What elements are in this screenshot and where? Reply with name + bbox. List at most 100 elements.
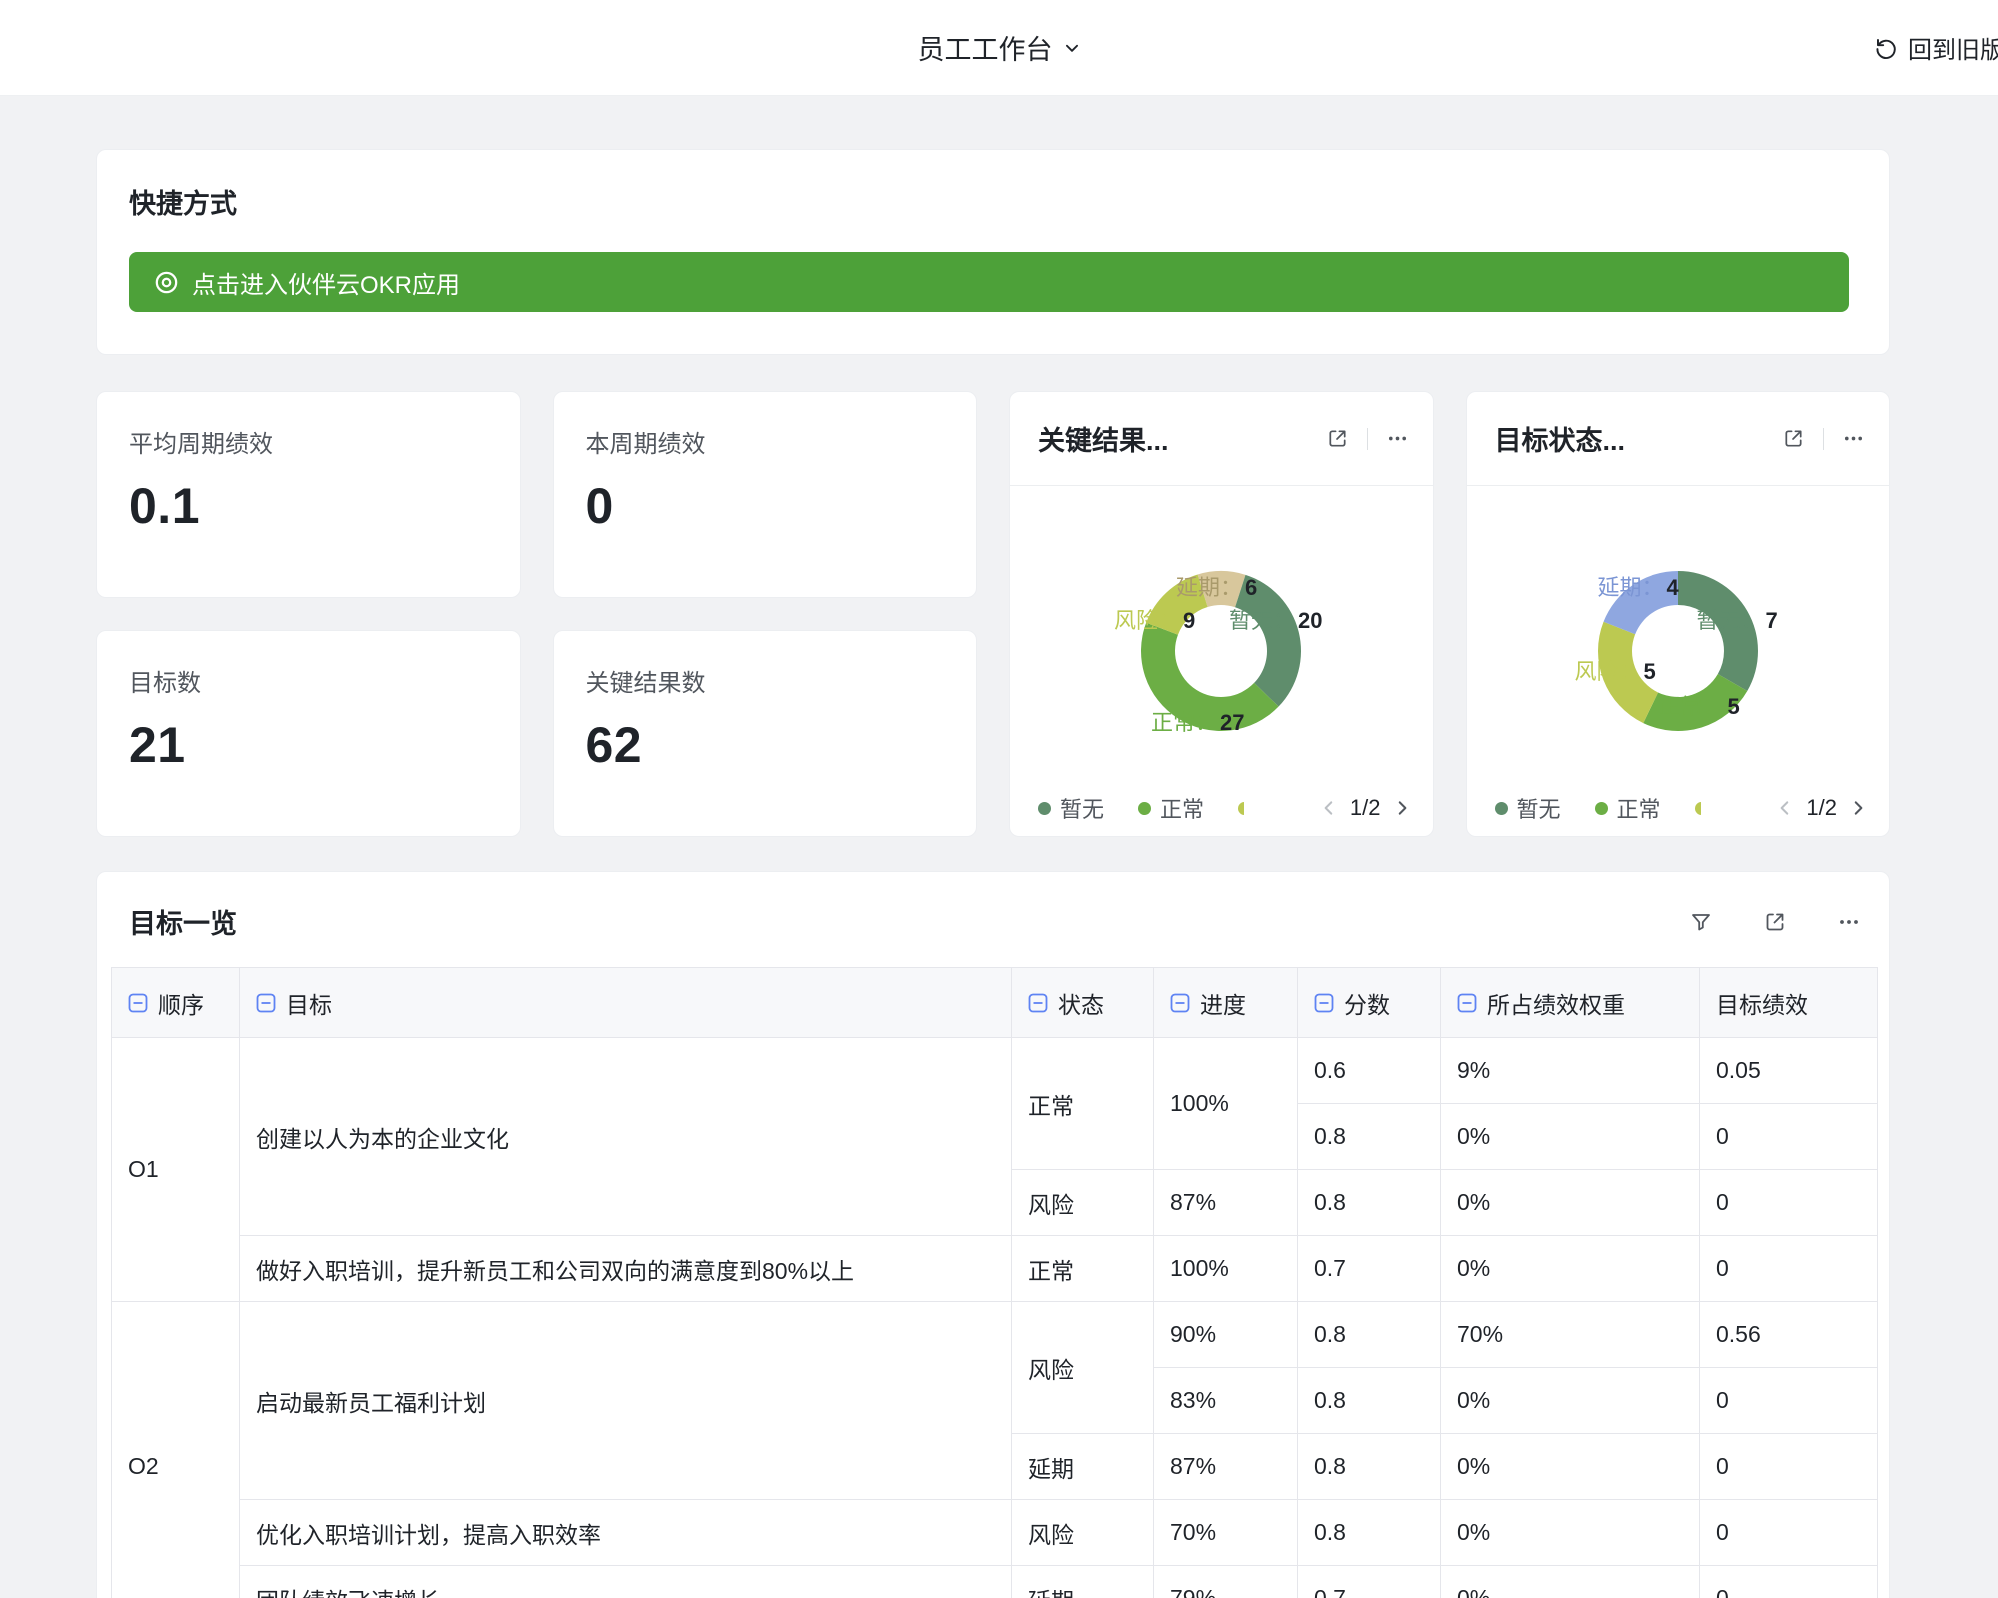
collapse-icon[interactable] (1170, 993, 1190, 1013)
column-header-label: 所占绩效权重 (1487, 986, 1625, 1020)
table-cell: 0 (1700, 1368, 1878, 1434)
page-indicator: 1/2 (1806, 795, 1837, 821)
legend-dot (1495, 802, 1508, 815)
table-cell: 风险 (1012, 1500, 1154, 1566)
okr-app-button[interactable]: 点击进入伙伴云OKR应用 (129, 252, 1849, 312)
dashboard-content: 快捷方式 点击进入伙伴云OKR应用 平均周期绩效 0.1 本周期绩效 0 目标数… (0, 96, 1998, 1598)
key-results-status-card: 关键结果... 暂无：20正常：27风险：9延期：6 暂无正常风险延期 (1009, 391, 1434, 837)
table-cell: 70% (1154, 1500, 1298, 1566)
legend-item-正常[interactable]: 正常 (1595, 792, 1661, 824)
workspace-switcher[interactable]: 员工工作台 (918, 28, 1081, 67)
collapse-icon[interactable] (1314, 993, 1334, 1013)
objectives-actions (1689, 910, 1861, 934)
table-cell: 87% (1154, 1170, 1298, 1236)
legend-item-风险[interactable]: 风险 (1238, 792, 1244, 824)
donut-chart-area: 暂无：20正常：27风险：9延期：6 (1010, 486, 1433, 780)
legend-dot (1238, 802, 1244, 815)
table-cell: 延期 (1012, 1434, 1154, 1500)
column-header: 进度 (1154, 968, 1298, 1038)
table-cell: 0.8 (1298, 1500, 1441, 1566)
objectives-card-header: 目标一览 (111, 872, 1875, 967)
table-cell: O2 (112, 1302, 240, 1598)
table-cell: 0 (1700, 1236, 1878, 1302)
prev-page-icon[interactable] (1776, 799, 1794, 817)
stat-label: 平均周期绩效 (129, 424, 488, 459)
stat-value: 0 (586, 477, 945, 535)
legend-dot (1595, 802, 1608, 815)
stats-grid: 平均周期绩效 0.1 本周期绩效 0 目标数 21 关键结果数 62 关键结果.… (96, 391, 1890, 837)
slice-label-暂无: 暂无：20 (1229, 603, 1323, 635)
table-cell: 0 (1700, 1434, 1878, 1500)
shortcuts-title: 快捷方式 (129, 186, 1849, 222)
stat-value: 0.1 (129, 477, 488, 535)
table-cell: 正常 (1012, 1038, 1154, 1170)
table-cell: 0.8 (1298, 1368, 1441, 1434)
legend-label: 暂无 (1517, 792, 1561, 824)
next-page-icon[interactable] (1849, 799, 1867, 817)
table-cell: 0% (1441, 1566, 1700, 1598)
chart-legend: 暂无正常风险延期 (1495, 792, 1701, 824)
table-cell: 风险 (1012, 1302, 1154, 1434)
table-cell: 启动最新员工福利计划 (240, 1302, 1012, 1500)
prev-page-icon[interactable] (1320, 799, 1338, 817)
table-cell: 0% (1441, 1104, 1700, 1170)
legend-item-暂无[interactable]: 暂无 (1495, 792, 1561, 824)
chart-pagination: 1/2 (1776, 795, 1867, 821)
chart-legend: 暂无正常风险延期 (1038, 792, 1244, 824)
legend-item-暂无[interactable]: 暂无 (1038, 792, 1104, 824)
table-cell: 0 (1700, 1104, 1878, 1170)
more-options-icon[interactable] (1386, 427, 1409, 450)
table-cell: 创建以人为本的企业文化 (240, 1038, 1012, 1236)
target-icon (153, 269, 180, 296)
table-cell: O1 (112, 1038, 240, 1302)
objectives-title: 目标一览 (129, 902, 237, 941)
legend-label: 暂无 (1060, 792, 1104, 824)
table-cell: 0% (1441, 1500, 1700, 1566)
slice-label-正常: 正常：27 (1151, 705, 1245, 737)
filter-icon[interactable] (1689, 910, 1713, 934)
topbar: 员工工作台 回到旧版 (0, 0, 1998, 96)
more-options-icon[interactable] (1842, 427, 1865, 450)
collapse-icon[interactable] (1028, 993, 1048, 1013)
donut-chart-area: 暂无：7正常：5风险：5延期：4 (1467, 486, 1890, 780)
external-link-icon[interactable] (1782, 427, 1805, 450)
column-header: 目标绩效 (1700, 968, 1878, 1038)
more-options-icon[interactable] (1837, 910, 1861, 934)
chevron-down-icon (1063, 39, 1081, 57)
collapse-icon[interactable] (128, 993, 148, 1013)
page-title: 员工工作台 (918, 28, 1053, 67)
back-to-old-version-link[interactable]: 回到旧版 (1873, 0, 1998, 95)
stat-card-avg-cycle-performance: 平均周期绩效 0.1 (96, 391, 521, 598)
table-cell: 0.6 (1298, 1038, 1441, 1104)
table-cell: 正常 (1012, 1236, 1154, 1302)
column-header: 状态 (1012, 968, 1154, 1038)
collapse-icon[interactable] (1457, 993, 1477, 1013)
shortcuts-card: 快捷方式 点击进入伙伴云OKR应用 (96, 149, 1890, 355)
donut-chart[interactable] (1558, 531, 1798, 771)
table-cell: 0% (1441, 1170, 1700, 1236)
table-cell: 79% (1154, 1566, 1298, 1598)
stat-label: 本周期绩效 (586, 424, 945, 459)
chart-title: 目标状态... (1495, 419, 1626, 458)
page-indicator: 1/2 (1350, 795, 1381, 821)
divider (1823, 428, 1824, 450)
table-cell: 0.7 (1298, 1236, 1441, 1302)
slice-label-暂无: 暂无：7 (1697, 603, 1778, 635)
external-link-icon[interactable] (1763, 910, 1787, 934)
table-cell: 风险 (1012, 1170, 1154, 1236)
external-link-icon[interactable] (1326, 427, 1349, 450)
slice-label-正常: 正常：5 (1659, 689, 1740, 721)
legend-item-风险[interactable]: 风险 (1695, 792, 1701, 824)
table-row: O1创建以人为本的企业文化正常100%0.69%0.05 (112, 1038, 1878, 1104)
legend-item-正常[interactable]: 正常 (1138, 792, 1204, 824)
table-cell: 87% (1154, 1434, 1298, 1500)
column-header: 目标 (240, 968, 1012, 1038)
column-header: 所占绩效权重 (1441, 968, 1700, 1038)
table-cell: 100% (1154, 1236, 1298, 1302)
table-cell: 0.05 (1700, 1038, 1878, 1104)
back-to-old-version-label: 回到旧版 (1908, 30, 1998, 65)
chart-title: 关键结果... (1038, 419, 1169, 458)
collapse-icon[interactable] (256, 993, 276, 1013)
stat-label: 目标数 (129, 663, 488, 698)
next-page-icon[interactable] (1393, 799, 1411, 817)
